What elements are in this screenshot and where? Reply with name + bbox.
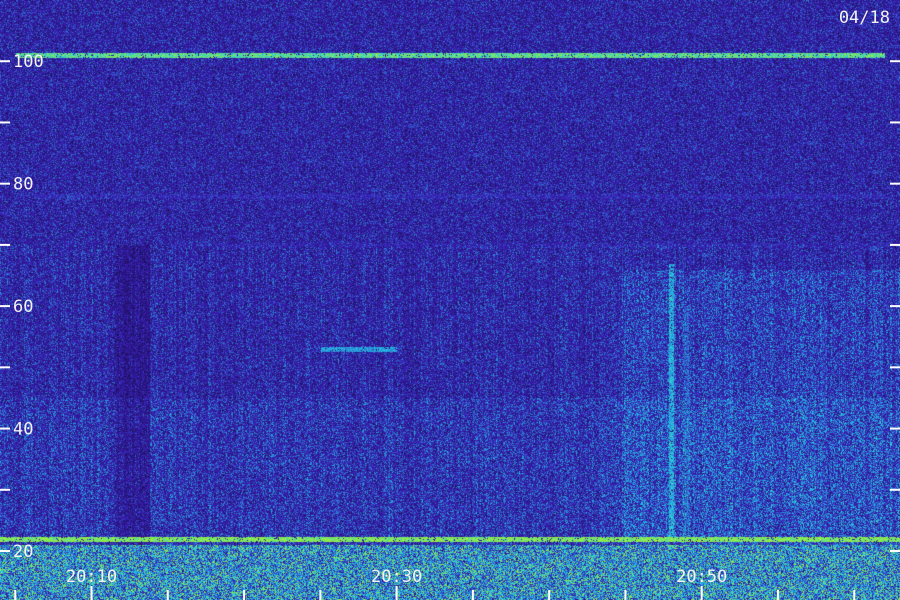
x-axis: 20:10 20:30 20:50 (14, 567, 856, 600)
x-minor-tick (471, 590, 474, 600)
y-major-tick-right (890, 305, 900, 308)
y-tick-label: 20 (13, 542, 33, 562)
x-minor-tick (166, 590, 169, 600)
y-axis-right (890, 60, 900, 553)
y-minor-tick-right (890, 243, 900, 246)
y-major-tick-left (0, 60, 10, 63)
x-major-tick (90, 586, 93, 600)
y-minor-tick-left (0, 488, 10, 491)
y-tick-label: 60 (13, 297, 33, 317)
y-minor-tick-right (890, 488, 900, 491)
y-tick-label: 80 (13, 175, 33, 195)
x-minor-tick (548, 590, 551, 600)
y-minor-tick-right (890, 121, 900, 124)
x-tick-label: 20:10 (66, 567, 117, 587)
y-tick-label: 40 (13, 420, 33, 440)
x-tick-label: 20:50 (676, 567, 727, 587)
y-major-tick-right (890, 550, 900, 553)
y-major-tick-left (0, 182, 10, 185)
x-minor-tick (853, 590, 856, 600)
y-minor-tick-left (0, 121, 10, 124)
x-major-tick (395, 586, 398, 600)
x-minor-tick (243, 590, 246, 600)
spectrogram-axes: 20 40 60 80 100 20:10 20:30 20:50 04/18 (0, 8, 900, 600)
x-major-tick (700, 586, 703, 600)
x-minor-tick (624, 590, 627, 600)
y-major-tick-left (0, 550, 10, 553)
y-minor-tick-right (890, 366, 900, 369)
y-major-tick-right (890, 182, 900, 185)
date-stamp: 04/18 (839, 8, 890, 28)
y-major-tick-right (890, 427, 900, 430)
y-tick-label: 100 (13, 52, 44, 72)
x-tick-label: 20:30 (371, 567, 422, 587)
y-major-tick-right (890, 60, 900, 63)
y-major-tick-left (0, 305, 10, 308)
x-minor-tick (776, 590, 779, 600)
y-minor-tick-left (0, 243, 10, 246)
y-minor-tick-left (0, 366, 10, 369)
y-major-tick-left (0, 427, 10, 430)
y-axis-left: 20 40 60 80 100 (0, 52, 44, 562)
x-minor-tick (14, 590, 17, 600)
x-minor-tick (319, 590, 322, 600)
